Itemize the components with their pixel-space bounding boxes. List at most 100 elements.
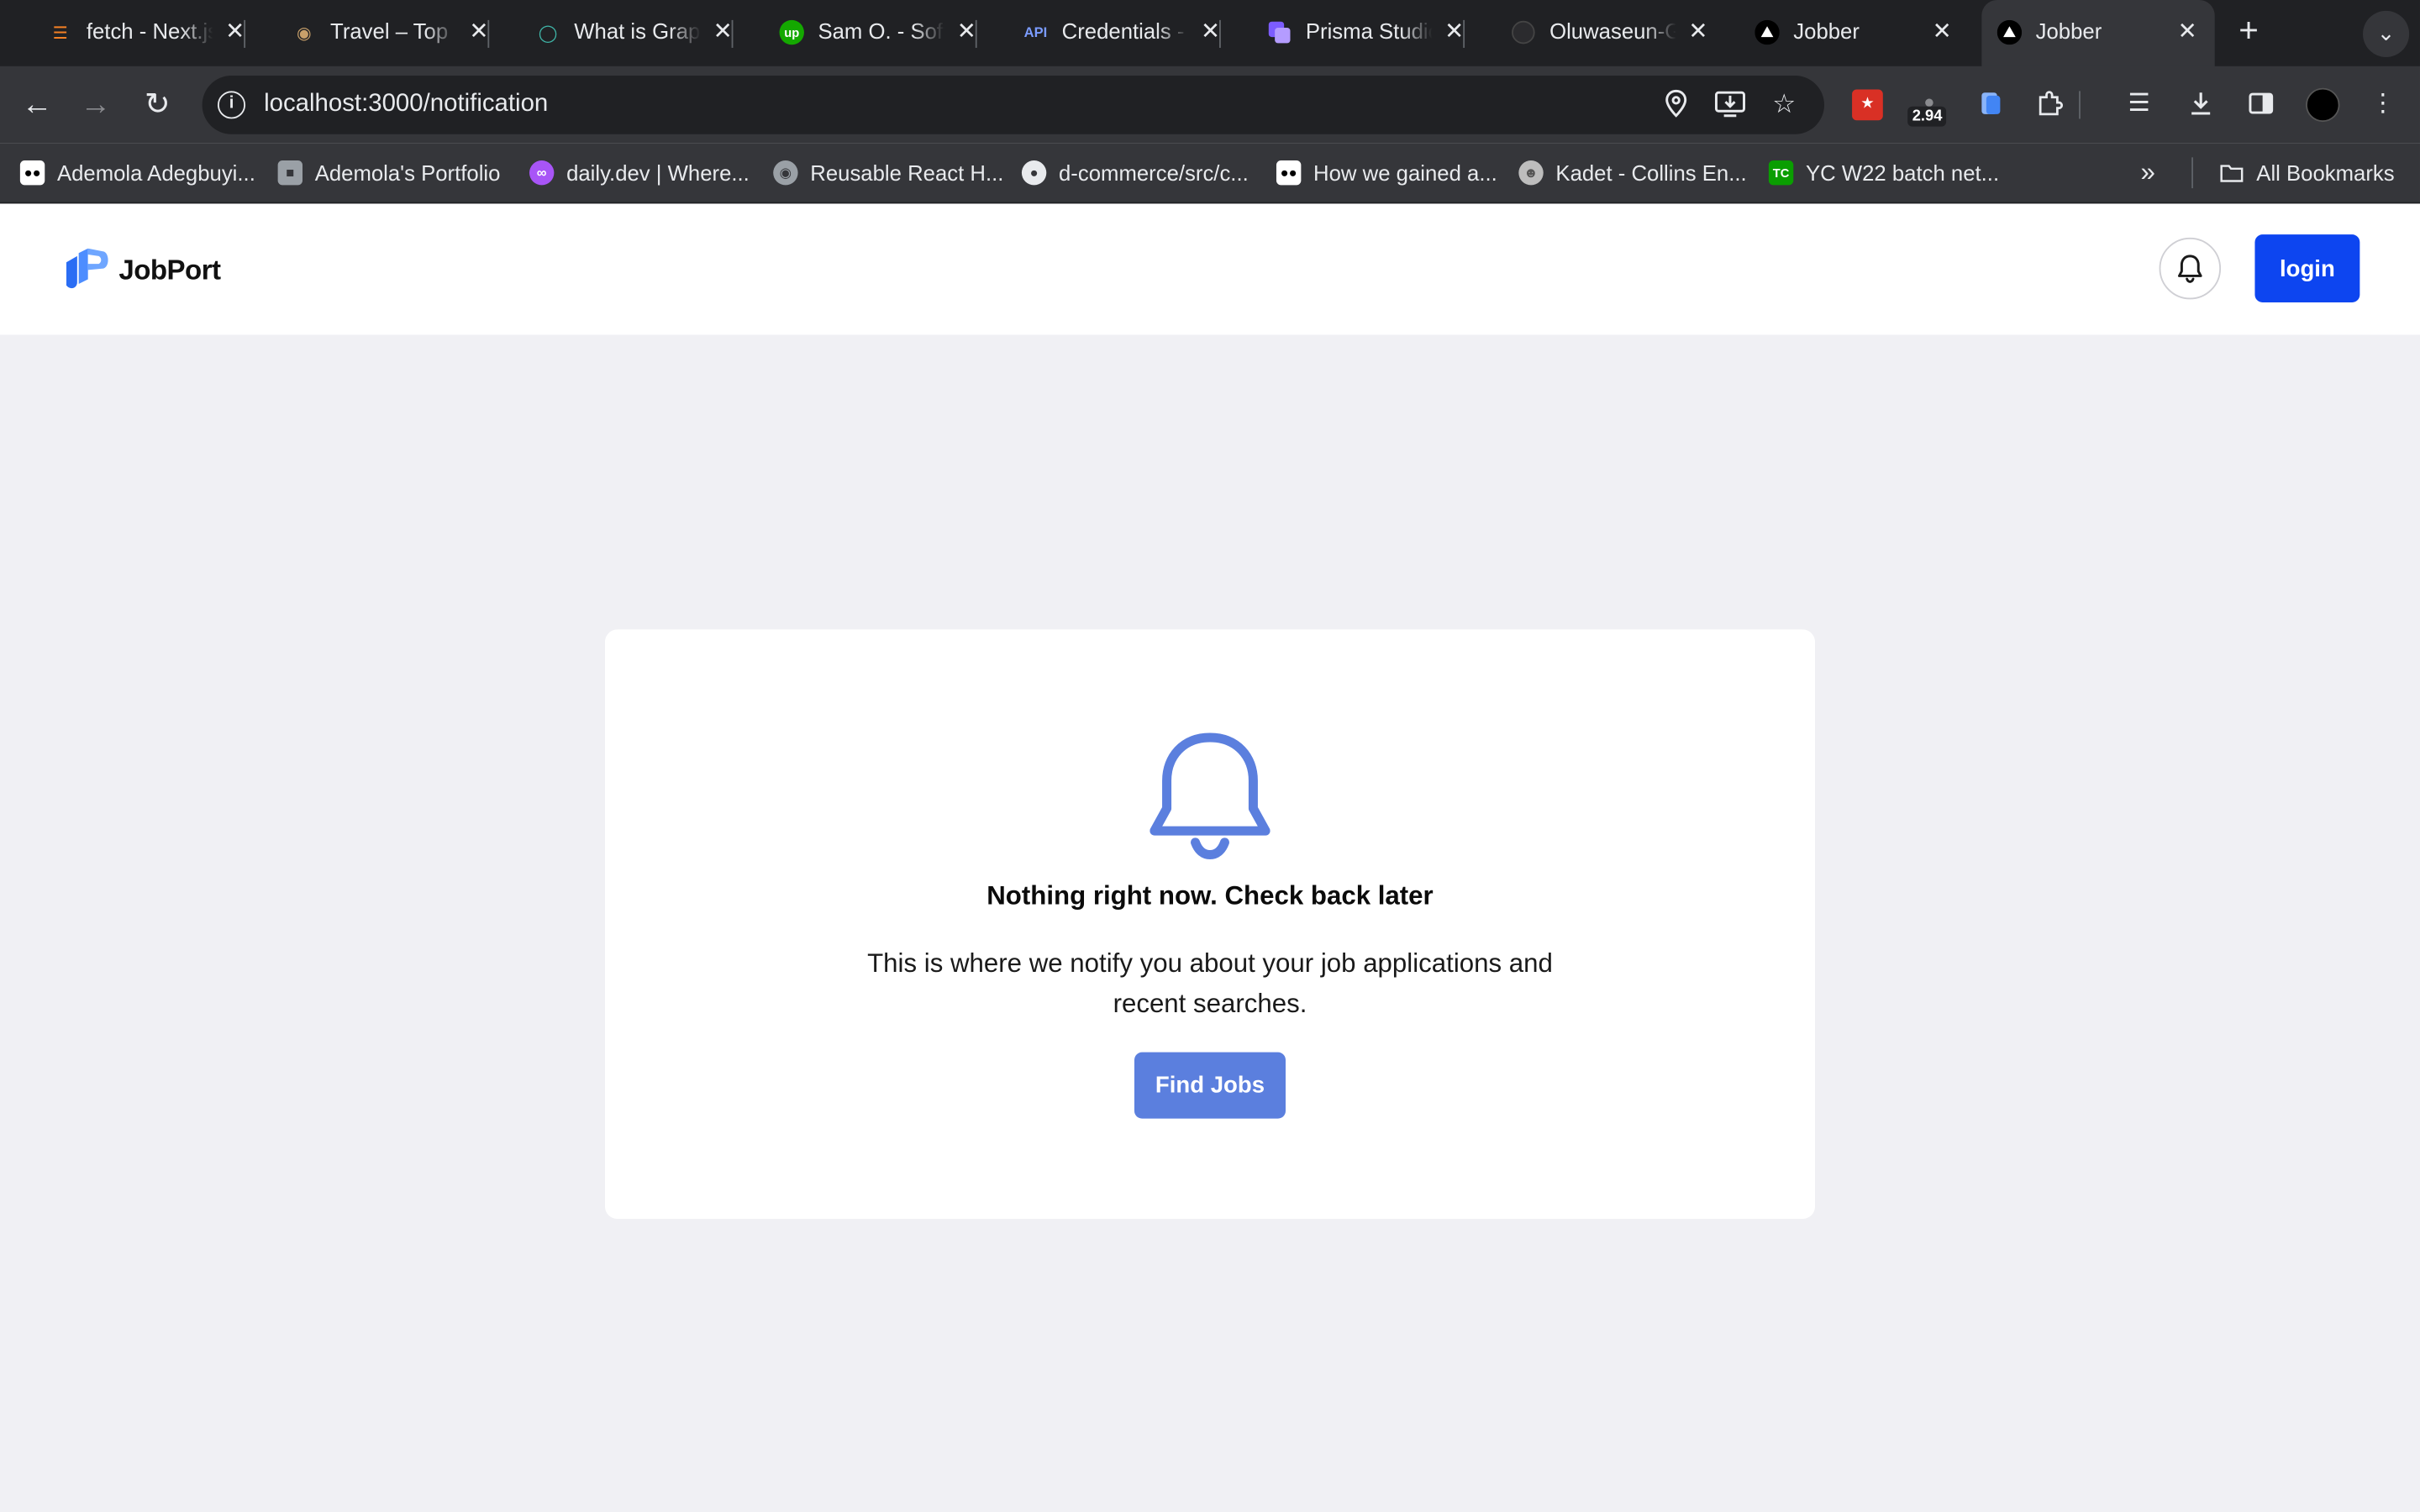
portfolio-icon: ■ bbox=[277, 160, 302, 186]
api-icon: API bbox=[1023, 24, 1048, 40]
bookmark-item[interactable]: ◉ Reusable React H... bbox=[773, 159, 1003, 186]
download-icon[interactable] bbox=[2186, 90, 2217, 121]
tab-strip: ☰ fetch - Next.js ✕ ◉ Travel – Top ✕ ◯ W… bbox=[0, 0, 2420, 66]
tab-title: Credentials - API bbox=[1061, 18, 1189, 44]
globe-icon: ◉ bbox=[773, 160, 798, 186]
close-icon[interactable]: ✕ bbox=[1933, 17, 1952, 45]
close-icon[interactable]: ✕ bbox=[1201, 17, 1220, 45]
profile-avatar[interactable] bbox=[2306, 87, 2340, 123]
notifications-button[interactable] bbox=[2159, 237, 2222, 300]
empty-state-title: Nothing right now. Check back later bbox=[986, 880, 1434, 911]
tab-title: Sam O. - Software bbox=[818, 18, 944, 44]
site-info-icon[interactable]: i bbox=[217, 91, 246, 119]
app-header: JobPort login bbox=[0, 203, 2420, 335]
bookmark-label: daily.dev | Where... bbox=[566, 160, 750, 186]
close-icon[interactable]: ✕ bbox=[1688, 17, 1707, 45]
close-icon[interactable]: ✕ bbox=[713, 17, 733, 45]
extension-icon[interactable]: ★ bbox=[1852, 89, 1883, 121]
browser-tab[interactable]: Oluwaseun-G ✕ bbox=[1463, 0, 1707, 66]
close-icon[interactable]: ✕ bbox=[2178, 17, 2197, 45]
browser-tab[interactable]: Jobber ✕ bbox=[1707, 0, 1952, 66]
bookmarks-overflow-icon[interactable]: » bbox=[2141, 157, 2155, 186]
bookmark-label: Reusable React H... bbox=[810, 160, 1004, 186]
notifications-empty-card: Nothing right now. Check back later This… bbox=[604, 629, 1815, 1220]
tab-title: fetch - Next.js bbox=[86, 18, 213, 44]
more-menu-icon[interactable]: ⋮ bbox=[2368, 90, 2399, 121]
github-icon: ● bbox=[1021, 160, 1047, 186]
github-icon bbox=[1511, 20, 1535, 45]
bookmarks-divider bbox=[2191, 157, 2193, 189]
bookmark-label: d-commerce/src/c... bbox=[1058, 160, 1249, 186]
bookmark-item[interactable]: ■ Ademola's Portfolio bbox=[277, 159, 501, 186]
new-tab-button[interactable]: + bbox=[2232, 13, 2265, 48]
bookmarks-bar: ●● Ademola Adegbuyi... ■ Ademola's Portf… bbox=[0, 143, 2420, 204]
logo[interactable]: JobPort bbox=[63, 248, 221, 291]
triangle-icon bbox=[1754, 19, 1780, 45]
tab-title: Jobber bbox=[1793, 18, 1860, 44]
browser-tab[interactable]: up Sam O. - Software ✕ bbox=[732, 0, 977, 66]
techcrunch-icon: TC bbox=[1768, 160, 1794, 186]
avatar-icon: ☻ bbox=[1518, 160, 1544, 186]
upwork-icon: up bbox=[779, 19, 804, 45]
stackoverflow-icon: ☰ bbox=[52, 24, 68, 43]
forward-icon[interactable]: → bbox=[79, 88, 113, 122]
jobport-logo-icon bbox=[66, 248, 108, 289]
all-bookmarks[interactable]: All Bookmarks bbox=[2219, 159, 2395, 186]
bookmark-item[interactable]: ∞ daily.dev | Where... bbox=[529, 159, 750, 186]
extension-icon[interactable] bbox=[1975, 90, 2007, 121]
triangle-icon bbox=[1996, 19, 2023, 45]
browser-tab[interactable]: ◉ Travel – Top ✕ bbox=[244, 0, 490, 66]
bookmark-label: Ademola Adegbuyi... bbox=[56, 160, 255, 186]
bookmark-label: Kadet - Collins En... bbox=[1555, 160, 1747, 186]
travel-icon: ◉ bbox=[296, 24, 312, 43]
dailydev-icon: ∞ bbox=[529, 160, 555, 186]
browser-toolbar: ← → ↻ i localhost:3000/notification ☆ ★ … bbox=[0, 66, 2420, 144]
bookmark-label: Ademola's Portfolio bbox=[314, 160, 501, 186]
eye-icon: ◯ bbox=[538, 24, 558, 43]
media-control-icon[interactable]: ☰ bbox=[2123, 90, 2154, 121]
tab-title: Jobber bbox=[2035, 18, 2102, 44]
side-panel-icon[interactable] bbox=[2245, 90, 2276, 121]
extension-badge: 2.94 bbox=[1907, 106, 1947, 127]
address-bar[interactable]: i localhost:3000/notification ☆ bbox=[202, 75, 1825, 134]
bookmark-item[interactable]: ●● Ademola Adegbuyi... bbox=[19, 159, 255, 186]
tab-search-button[interactable]: ⌄ bbox=[2363, 10, 2410, 57]
location-pin-icon[interactable] bbox=[1660, 89, 1691, 121]
close-icon[interactable]: ✕ bbox=[957, 17, 976, 45]
bookmark-item[interactable]: ●● How we gained a... bbox=[1276, 159, 1497, 186]
login-button[interactable]: login bbox=[2254, 234, 2360, 302]
medium-icon: ●● bbox=[1276, 160, 1302, 186]
bookmark-star-icon[interactable]: ☆ bbox=[1769, 90, 1800, 121]
browser-tab[interactable]: API Credentials - API ✕ bbox=[976, 0, 1221, 66]
tab-title: Travel – Top bbox=[330, 18, 449, 44]
extensions-puzzle-icon[interactable] bbox=[2034, 90, 2065, 121]
browser-tab[interactable]: Prisma Studio ✕ bbox=[1219, 0, 1465, 66]
bookmark-item[interactable]: ☻ Kadet - Collins En... bbox=[1518, 159, 1747, 186]
browser-tab[interactable]: ◯ What is GraphQL ✕ bbox=[487, 0, 734, 66]
close-icon[interactable]: ✕ bbox=[225, 17, 245, 45]
tab-title: Prisma Studio bbox=[1305, 18, 1433, 44]
close-icon[interactable]: ✕ bbox=[469, 17, 488, 45]
bookmark-label: YC W22 batch net... bbox=[1805, 160, 2000, 186]
close-icon[interactable]: ✕ bbox=[1444, 17, 1464, 45]
tab-title: Oluwaseun-G bbox=[1549, 18, 1676, 44]
empty-state-description: This is where we notify you about your j… bbox=[867, 948, 1553, 1019]
medium-icon: ●● bbox=[19, 160, 45, 186]
bookmark-item[interactable]: ● d-commerce/src/c... bbox=[1021, 159, 1249, 186]
address-bar-url[interactable]: localhost:3000/notification bbox=[264, 91, 548, 118]
install-app-icon[interactable] bbox=[1714, 90, 1746, 121]
find-jobs-button[interactable]: Find Jobs bbox=[1134, 1052, 1286, 1119]
bell-icon bbox=[2177, 255, 2202, 283]
bookmark-item[interactable]: TC YC W22 batch net... bbox=[1768, 159, 2000, 186]
reload-icon[interactable]: ↻ bbox=[140, 88, 174, 122]
folder-icon bbox=[2219, 160, 2244, 185]
divider bbox=[2079, 91, 2081, 119]
back-icon[interactable]: ← bbox=[20, 88, 54, 122]
browser-tab-active[interactable]: Jobber ✕ bbox=[1981, 0, 2215, 66]
browser-tab[interactable]: ☰ fetch - Next.js ✕ bbox=[0, 0, 246, 66]
logo-text: JobPort bbox=[118, 254, 221, 285]
tab-title: What is GraphQL bbox=[574, 18, 701, 44]
prisma-icon bbox=[1267, 20, 1292, 45]
bell-icon bbox=[1150, 732, 1270, 860]
bookmark-label: How we gained a... bbox=[1313, 160, 1497, 186]
